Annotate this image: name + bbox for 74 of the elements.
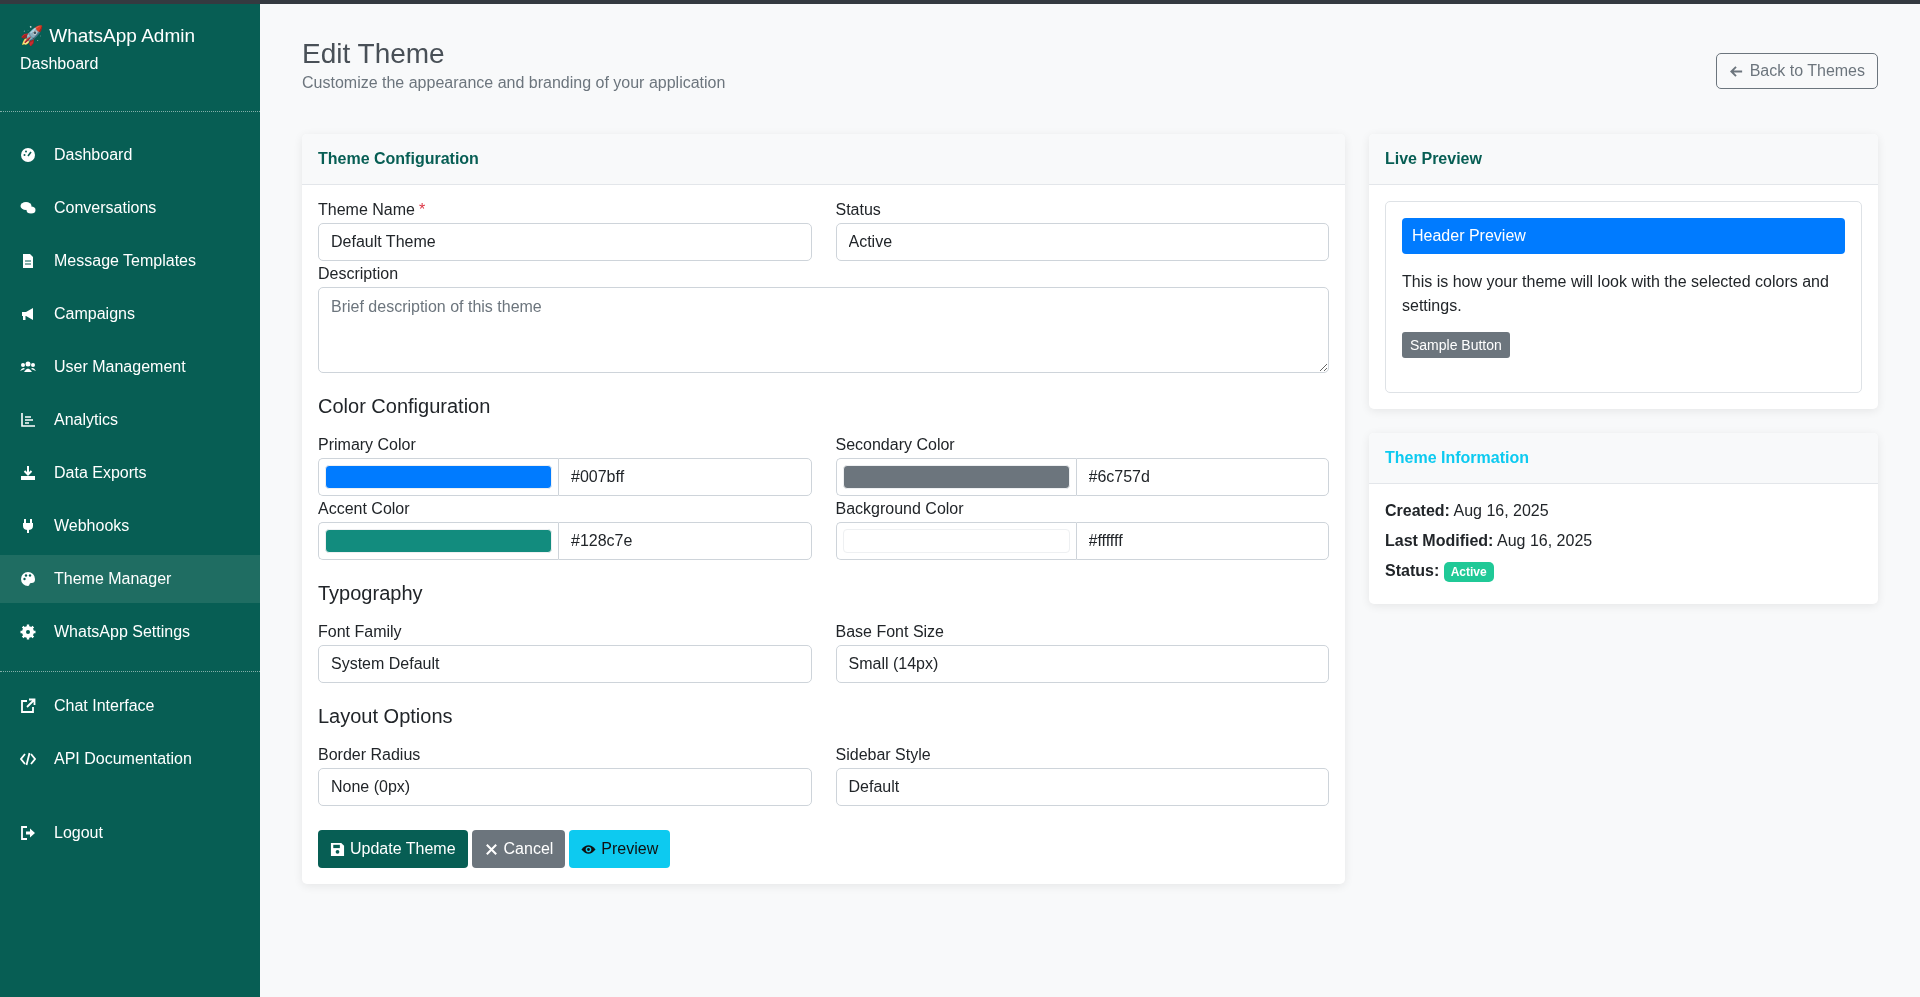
megaphone-icon bbox=[20, 306, 36, 322]
code-icon bbox=[20, 751, 36, 767]
gear-icon bbox=[20, 624, 36, 640]
download-icon bbox=[20, 465, 36, 481]
palette-icon bbox=[20, 571, 36, 587]
section-heading: Typography bbox=[318, 582, 424, 605]
file-icon bbox=[20, 253, 36, 269]
status-badge: Active bbox=[1443, 562, 1494, 582]
field-label: Border Radius bbox=[318, 746, 422, 764]
chart-icon bbox=[20, 412, 36, 428]
sidebar-item[interactable]: Webhooks bbox=[0, 502, 260, 550]
sidebar-item[interactable]: Analytics bbox=[0, 396, 260, 444]
users-icon bbox=[20, 359, 36, 375]
field-label: Description bbox=[318, 265, 400, 283]
color-hex-field[interactable]: #6c757d bbox=[1075, 458, 1329, 496]
card-title: Theme Configuration bbox=[318, 150, 479, 167]
color-hex-field[interactable]: #007bff bbox=[558, 458, 812, 496]
field-label: Base Font Size bbox=[835, 623, 945, 641]
header-preview-bar: Header Preview bbox=[1402, 218, 1845, 254]
card-title: Theme Information bbox=[1385, 449, 1529, 466]
color-swatch[interactable] bbox=[325, 529, 552, 553]
field-label: Accent Color bbox=[318, 500, 411, 518]
sidebar-item[interactable]: Theme Manager bbox=[0, 555, 260, 603]
sidebar-item[interactable]: Logout bbox=[0, 809, 260, 857]
preview-button[interactable]: Preview bbox=[569, 830, 671, 868]
plug-icon bbox=[20, 518, 36, 534]
sidebar-item[interactable]: Campaigns bbox=[0, 290, 260, 338]
input-field[interactable]: None (0px) bbox=[318, 768, 812, 806]
field-label: Primary Color bbox=[318, 436, 417, 454]
save-button[interactable]: Update Theme bbox=[318, 830, 468, 868]
field-label: Background Color bbox=[835, 500, 965, 518]
sidebar-item[interactable]: Message Templates bbox=[0, 237, 260, 285]
field-label: Sidebar Style bbox=[835, 746, 932, 764]
gauge-icon bbox=[20, 147, 36, 163]
field-label: Status bbox=[835, 201, 882, 219]
color-swatch[interactable] bbox=[325, 465, 552, 489]
sidebar-item[interactable]: API Documentation bbox=[0, 735, 260, 783]
chats-icon bbox=[20, 200, 36, 216]
sample-button[interactable]: Sample Button bbox=[1402, 332, 1510, 358]
cancel-button[interactable]: Cancel bbox=[471, 830, 566, 868]
section-heading: Color Configuration bbox=[318, 395, 492, 418]
card-title: Live Preview bbox=[1385, 150, 1482, 167]
input-field[interactable]: Default Theme bbox=[318, 223, 812, 261]
info-label: Status: bbox=[1385, 562, 1440, 579]
sidebar-item[interactable]: WhatsApp Settings bbox=[0, 608, 260, 656]
sidebar-item[interactable]: Dashboard bbox=[0, 131, 260, 179]
logout-icon bbox=[20, 825, 36, 841]
sidebar-item[interactable]: Conversations bbox=[0, 184, 260, 232]
info-row-text: Created: Aug 16, 2025 bbox=[1385, 502, 1550, 520]
section-heading: Layout Options bbox=[318, 705, 454, 728]
sidebar-item[interactable]: User Management bbox=[0, 343, 260, 391]
input-field[interactable]: Default bbox=[835, 768, 1329, 806]
field-label: Font Family bbox=[318, 623, 403, 641]
close-icon bbox=[483, 841, 499, 857]
info-row-text: Last Modified: Aug 16, 2025 bbox=[1385, 532, 1594, 550]
brand-subtitle: Dashboard bbox=[20, 55, 100, 73]
field-label: Secondary Color bbox=[835, 436, 956, 454]
input-field[interactable]: Small (14px) bbox=[835, 645, 1329, 683]
page-title: Edit Theme bbox=[302, 38, 446, 70]
field-label: Theme Name * bbox=[318, 201, 427, 219]
input-field[interactable]: System Default bbox=[318, 645, 812, 683]
color-hex-field[interactable]: #ffffff bbox=[1075, 522, 1329, 560]
input-field[interactable]: Active bbox=[835, 223, 1329, 261]
sidebar-item[interactable]: Chat Interface bbox=[0, 682, 260, 730]
arrow-left-icon bbox=[1728, 63, 1744, 79]
color-swatch[interactable] bbox=[842, 465, 1070, 489]
brand-title: 🚀 WhatsApp Admin bbox=[20, 24, 197, 47]
sidebar-item[interactable]: Data Exports bbox=[0, 449, 260, 497]
preview-text: This is how your theme will look with the selected colors and settings. bbox=[1402, 272, 1830, 316]
color-hex-field[interactable]: #128c7e bbox=[558, 522, 812, 560]
description-field[interactable]: Brief description of this theme bbox=[318, 287, 1329, 373]
back-button[interactable]: Back to Themes bbox=[1715, 53, 1878, 89]
external-icon bbox=[20, 698, 36, 714]
page-subtitle: Customize the appearance and branding of your application bbox=[302, 74, 726, 92]
